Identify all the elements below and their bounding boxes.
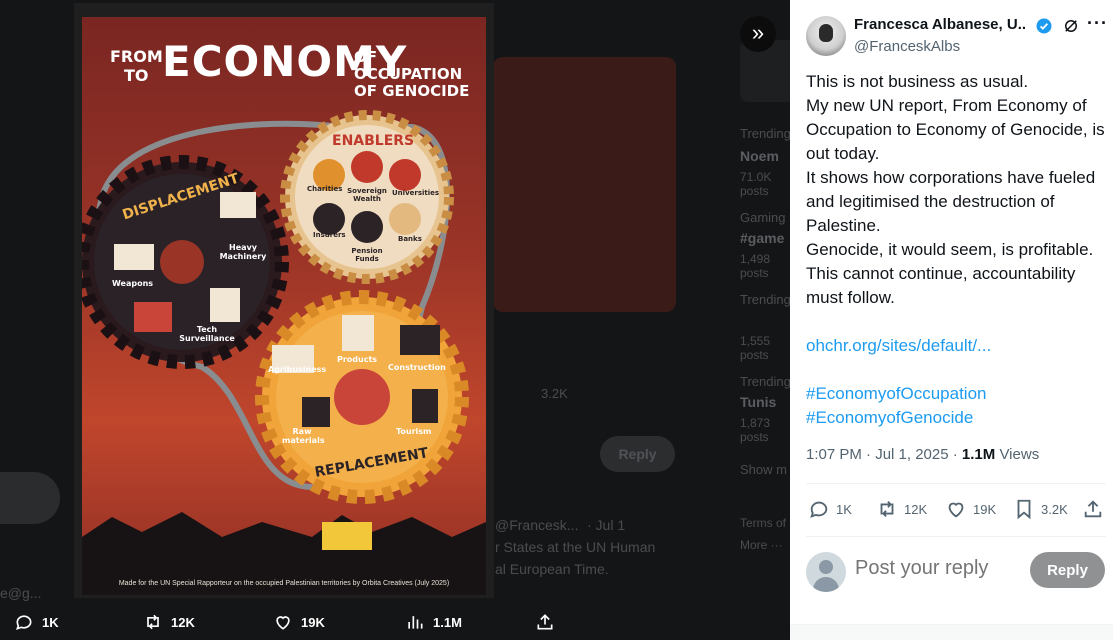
show-more-link: Show m: [740, 462, 787, 477]
poster-credit: Made for the UN Special Rapporteur on th…: [118, 580, 450, 587]
author-handle[interactable]: @FranceskAlbs: [854, 38, 960, 55]
media-reply-count: 1K: [42, 614, 59, 630]
ghost-quoted-handle: @Francesk...: [495, 517, 579, 533]
poster-artwork: FROM TO ECONOMY OF OCCUPATION OF GENOCIDE: [82, 17, 486, 595]
heart-icon: [276, 616, 290, 630]
share-button[interactable]: [1082, 498, 1104, 520]
enabler-item: Sovereign Wealth: [347, 187, 387, 203]
media-share-button[interactable]: [535, 612, 555, 632]
poster-gears-graphic: [82, 110, 486, 595]
trending-count: 1,873 posts: [740, 416, 771, 444]
tweet-views-count: 1.1M: [961, 446, 996, 463]
report-link[interactable]: ohchr.org/sites/default/...: [806, 334, 1106, 358]
divider: [806, 536, 1106, 537]
repost-count: 12K: [904, 501, 928, 517]
enablers-label: ENABLERS: [332, 133, 415, 149]
tweet-body: This is not business as usual. My new UN…: [806, 70, 1106, 430]
media-repost-button[interactable]: 12K: [143, 612, 195, 632]
ghost-bookmark-count: 3.2K: [541, 386, 568, 401]
trending-topic: Tunis: [740, 394, 777, 410]
share-icon: [537, 614, 553, 630]
panel-footer: [790, 624, 1113, 640]
tweet-media-image[interactable]: FROM TO ECONOMY OF OCCUPATION OF GENOCIDE: [74, 3, 494, 598]
displacement-item: Weapons: [112, 279, 154, 288]
repost-icon: [880, 501, 894, 517]
enabler-item: Insurers: [313, 231, 346, 239]
trending-count: 1,555 posts: [740, 334, 771, 362]
bookmark-count: 3.2K: [1041, 501, 1068, 517]
tweet-meta: 1:07 PM · Jul 1, 2025 · 1.1M Views: [806, 446, 1039, 463]
grok-icon[interactable]: [1062, 17, 1080, 35]
chevron-double-right-icon: »: [751, 20, 765, 45]
media-like-button[interactable]: 19K: [273, 612, 325, 632]
author-name[interactable]: Francesca Albanese, U...: [854, 16, 1026, 33]
bookmark-icon: [1017, 499, 1031, 520]
trending-label: Trending: [740, 292, 790, 307]
tweet-views-label: Views: [999, 446, 1040, 463]
reply-submit-button[interactable]: Reply: [1030, 552, 1105, 588]
media-like-count: 19K: [301, 614, 325, 630]
enabler-item: Pension Funds: [351, 247, 383, 263]
hashtag-link[interactable]: #EconomyofGenocide: [806, 406, 1106, 430]
views-icon: [408, 616, 423, 629]
replacement-item: Products: [337, 355, 378, 364]
ghost-post-button: [0, 472, 60, 524]
replacement-item: Agribusiness: [268, 365, 327, 374]
expand-panel-button[interactable]: »: [740, 16, 776, 52]
heart-icon: [948, 502, 964, 518]
tweet-text-line: This cannot continue, accountability mus…: [806, 264, 1076, 307]
media-reply-button[interactable]: 1K: [14, 612, 59, 632]
share-icon: [1084, 500, 1102, 518]
tweet-text-line: It shows how corporations have fueled an…: [806, 168, 1096, 235]
like-count: 19K: [973, 501, 997, 517]
ghost-reply-button: Reply: [600, 436, 675, 472]
reply-count: 1K: [836, 501, 852, 517]
bookmark-button[interactable]: 3.2K: [1013, 498, 1068, 520]
tweet-detail-panel: Francesca Albanese, U... ··· @FranceskAl…: [790, 0, 1113, 640]
trending-topic: #game: [740, 230, 785, 246]
repost-icon: [147, 614, 159, 630]
enabler-item: Banks: [398, 235, 422, 243]
hashtag-link[interactable]: #EconomyofOccupation: [806, 382, 1106, 406]
more-link: More ···: [740, 538, 783, 552]
verified-badge-icon: [1036, 18, 1052, 34]
reply-button[interactable]: 1K: [808, 498, 852, 520]
reply-icon: [15, 615, 32, 631]
media-repost-count: 12K: [171, 614, 195, 630]
displacement-item: Tech Surveillance: [179, 325, 235, 343]
enabler-item: Charities: [307, 185, 343, 193]
like-button[interactable]: 19K: [945, 498, 996, 520]
ghost-email: e@g...: [0, 585, 42, 601]
trending-label: Trending: [740, 126, 790, 141]
more-options-icon[interactable]: ···: [1087, 14, 1107, 34]
trending-count: 71.0K posts: [740, 170, 772, 198]
trending-topic: Noem: [740, 148, 779, 164]
tweet-timestamp[interactable]: 1:07 PM · Jul 1, 2025 ·: [806, 446, 958, 463]
tweet-text-line: Genocide, it would seem, is profitable.: [806, 240, 1094, 259]
tweet-text-line: My new UN report, From Economy of Occupa…: [806, 96, 1105, 163]
author-avatar[interactable]: [806, 16, 846, 56]
repost-button[interactable]: 12K: [876, 498, 927, 520]
reply-icon: [810, 501, 828, 518]
replacement-item: Tourism: [396, 427, 432, 436]
enabler-item: Universities: [392, 189, 440, 197]
replacement-item: Construction: [388, 363, 446, 372]
ghost-quoted-text: al European Time.: [495, 561, 609, 577]
trending-count: 1,498 posts: [740, 252, 771, 280]
tweet-text-line: This is not business as usual.: [806, 72, 1029, 91]
reply-input[interactable]: [855, 557, 1015, 580]
divider: [806, 483, 1106, 484]
trending-label: Trending: [740, 374, 790, 389]
replacement-item: Raw materials: [282, 427, 325, 445]
user-avatar: [806, 552, 846, 592]
media-views-count: 1.1M: [433, 614, 462, 630]
ghost-media-card: [493, 57, 676, 312]
terms-link: Terms of: [740, 516, 787, 530]
displacement-item: Heavy Machinery: [219, 243, 267, 261]
media-views-button[interactable]: 1.1M: [405, 612, 462, 632]
ghost-quoted-text: r States at the UN Human: [495, 539, 656, 555]
trending-label: Gaming: [740, 210, 786, 225]
ghost-quoted-time: · Jul 1: [587, 517, 626, 533]
